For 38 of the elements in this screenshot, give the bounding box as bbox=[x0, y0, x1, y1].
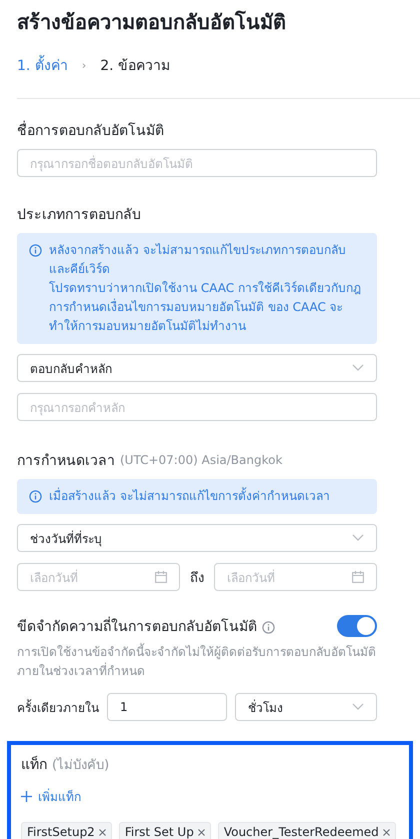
notice-text: เมื่อสร้างแล้ว จะไม่สามารถแก้ไขการตั้งค่ากำหนดเวลา bbox=[49, 487, 330, 505]
chevron-down-icon bbox=[352, 703, 364, 711]
unit-select[interactable]: ชั่วโมง bbox=[235, 693, 377, 721]
notice-text: หลังจากสร้างแล้ว จะไม่สามารถแก้ไขประเภทการตอบกลับและคีย์เวิร์ด bbox=[49, 242, 347, 278]
step-tab[interactable]: 2. ข้อความ bbox=[100, 54, 170, 76]
schedule-select[interactable]: ช่วงวันที่ที่ระบุ bbox=[17, 524, 377, 552]
timezone-text: (UTC+07:00) Asia/Bangkok bbox=[120, 453, 282, 467]
section-label: การกำหนดเวลา bbox=[17, 452, 115, 471]
info-icon bbox=[29, 244, 42, 257]
once-within-label: ครั้งเดียวภายใน bbox=[17, 698, 99, 716]
calendar-icon bbox=[352, 571, 364, 583]
close-icon[interactable] bbox=[198, 828, 205, 836]
section-label: ขีดจำกัดความถี่ในการตอบกลับอัตโนมัติ bbox=[17, 615, 257, 637]
chevron-down-icon bbox=[352, 534, 364, 542]
close-icon[interactable] bbox=[382, 828, 390, 836]
step-tab[interactable]: 1. ตั้งค่า bbox=[17, 54, 68, 76]
chevron-down-icon bbox=[352, 364, 364, 372]
section-label: แท็ก bbox=[21, 754, 47, 775]
page-title: สร้างข้อความตอบกลับอัตโนมัติ bbox=[16, 9, 287, 36]
tag-label: Voucher_TesterRedeemed bbox=[224, 825, 379, 839]
calendar-icon bbox=[155, 571, 167, 583]
frequency-toggle[interactable] bbox=[337, 615, 377, 637]
optional-text: (ไม่บังคับ) bbox=[52, 756, 110, 774]
add-tag-button[interactable]: เพิ่มแท็ก bbox=[21, 787, 81, 806]
tag-label: First Set Up bbox=[124, 825, 194, 839]
info-icon bbox=[262, 621, 275, 634]
amount-input[interactable]: 1 bbox=[107, 693, 227, 721]
tag-label: FirstSetup2 bbox=[27, 825, 95, 839]
notice-text: โปรดทราบว่าหากเปิดใช้งาน CAAC การใช้คีเวิร์ดเดียวกับกฎการกำหนดเงื่อนไขการมอบหมายอัตโนมัติ ของ CAAC จะทำให้การมอบหมายอัตโนมัติไม่ทำงาน bbox=[49, 280, 362, 335]
to-label: ถึง bbox=[190, 570, 204, 588]
plus-icon bbox=[21, 791, 32, 802]
step-separator-icon: › bbox=[82, 58, 86, 72]
frequency-description: การเปิดใช้งานข้อจำกัดนี้จะจำกัดไม่ให้ผู้ติดต่อรับการตอบกลับอัตโนมัติภายในช่วงเวลาที่กำหนด bbox=[17, 643, 377, 680]
section-label: ประเภทการตอบกลับ bbox=[17, 206, 141, 225]
reply-type-select[interactable]: ตอบกลับคำหลัก bbox=[17, 354, 377, 382]
section-label: ชื่อการตอบกลับอัตโนมัติ bbox=[17, 119, 164, 141]
close-icon[interactable] bbox=[98, 828, 106, 836]
info-icon bbox=[29, 490, 42, 503]
